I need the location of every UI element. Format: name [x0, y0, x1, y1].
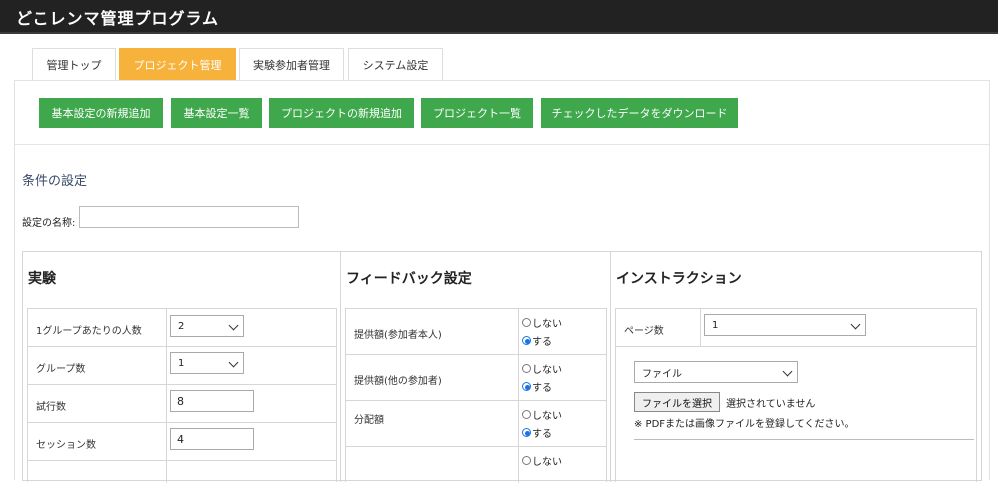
chevron-down-icon	[228, 320, 239, 331]
group-count-select[interactable]: 1	[170, 352, 244, 374]
session-count-label: セッション数	[36, 440, 96, 451]
experiment-heading: 実験	[28, 271, 56, 287]
action-bar: 基本設定の新規追加 基本設定一覧 プロジェクトの新規追加 プロジェクト一覧 チェ…	[15, 81, 989, 145]
trial-count-input[interactable]: 8	[170, 390, 254, 412]
app-header: どこレンマ管理プログラム	[0, 0, 998, 34]
content-panel: 基本設定の新規追加 基本設定一覧 プロジェクトの新規追加 プロジェクト一覧 チェ…	[14, 80, 990, 483]
divider	[634, 439, 974, 440]
feedback-distribution-no-radio[interactable]: しない	[522, 407, 562, 422]
chevron-down-icon	[228, 357, 239, 368]
table-row: 提供額(参加者本人) しない する	[346, 309, 606, 355]
instruction-table: ページ数 1 ファイル ファイルを選択 選択されていません ※ PDFまたは画像…	[615, 308, 977, 482]
table-row: 分配額 しない する	[346, 401, 606, 447]
trial-count-label: 試行数	[36, 402, 66, 413]
chevron-down-icon	[850, 319, 861, 330]
group-count-label: グループ数	[36, 364, 86, 375]
feedback-table: 提供額(参加者本人) しない する 提供額(他の参加者) しない する 分配額 …	[345, 308, 607, 483]
app-title: どこレンマ管理プログラム	[16, 9, 220, 28]
group-size-label: 1グループあたりの人数	[36, 326, 142, 337]
feedback-fourth-no-radio[interactable]: しない	[522, 453, 562, 468]
add-project-button[interactable]: プロジェクトの新規追加	[269, 98, 414, 128]
experiment-table: 1グループあたりの人数 2 グループ数 1 試行数 8 セッション数 4	[27, 308, 337, 483]
page-count-label: ページ数	[624, 326, 664, 337]
file-type-select[interactable]: ファイル	[634, 361, 798, 383]
download-checked-data-button[interactable]: チェックしたデータをダウンロード	[541, 98, 738, 128]
add-basic-setting-button[interactable]: 基本設定の新規追加	[39, 98, 163, 128]
tab-project-management[interactable]: プロジェクト管理	[119, 48, 236, 80]
session-count-input[interactable]: 4	[170, 428, 254, 450]
feedback-heading: フィードバック設定	[346, 271, 472, 287]
settings-table: 実験 1グループあたりの人数 2 グループ数 1 試行数 8 セッション数 4 …	[22, 251, 982, 483]
page-count-select[interactable]: 1	[704, 314, 866, 336]
instruction-column: インストラクション ページ数 1 ファイル ファイルを選択 選択されていません …	[611, 252, 981, 482]
table-row: 1グループあたりの人数 2	[28, 309, 336, 347]
chevron-down-icon	[782, 366, 793, 377]
feedback-own-no-radio[interactable]: しない	[522, 315, 562, 330]
table-row: しない	[346, 447, 606, 493]
file-status-text: 選択されていません	[726, 399, 816, 410]
basic-setting-list-button[interactable]: 基本設定一覧	[171, 98, 262, 128]
feedback-distribution-label: 分配額	[354, 415, 384, 426]
file-format-note: ※ PDFまたは画像ファイルを登録してください。	[634, 419, 855, 430]
table-row: 試行数 8	[28, 385, 336, 423]
group-size-select[interactable]: 2	[170, 315, 244, 337]
feedback-own-label: 提供額(参加者本人)	[354, 330, 442, 341]
setting-name-input[interactable]	[79, 206, 299, 228]
choose-file-button[interactable]: ファイルを選択	[634, 392, 720, 412]
feedback-column: フィードバック設定 提供額(参加者本人) しない する 提供額(他の参加者) し…	[341, 252, 611, 483]
feedback-others-yes-radio[interactable]: する	[522, 379, 552, 394]
feedback-own-yes-radio[interactable]: する	[522, 333, 552, 348]
feedback-others-no-radio[interactable]: しない	[522, 361, 562, 376]
experiment-column: 実験 1グループあたりの人数 2 グループ数 1 試行数 8 セッション数 4	[23, 252, 341, 483]
tab-system-settings[interactable]: システム設定	[348, 48, 443, 80]
table-row: グループ数 1	[28, 347, 336, 385]
conditions-title: 条件の設定	[22, 174, 88, 189]
feedback-distribution-yes-radio[interactable]: する	[522, 425, 552, 440]
feedback-others-label: 提供額(他の参加者)	[354, 376, 442, 387]
table-row: ページ数 1	[616, 309, 976, 347]
tab-admin-top[interactable]: 管理トップ	[32, 48, 116, 80]
instruction-heading: インストラクション	[616, 271, 742, 287]
table-row: セッション数 4	[28, 423, 336, 461]
table-row: 提供額(他の参加者) しない する	[346, 355, 606, 401]
tab-participant-management[interactable]: 実験参加者管理	[239, 48, 344, 80]
setting-name-label: 設定の名称:	[22, 218, 76, 229]
project-list-button[interactable]: プロジェクト一覧	[421, 98, 533, 128]
